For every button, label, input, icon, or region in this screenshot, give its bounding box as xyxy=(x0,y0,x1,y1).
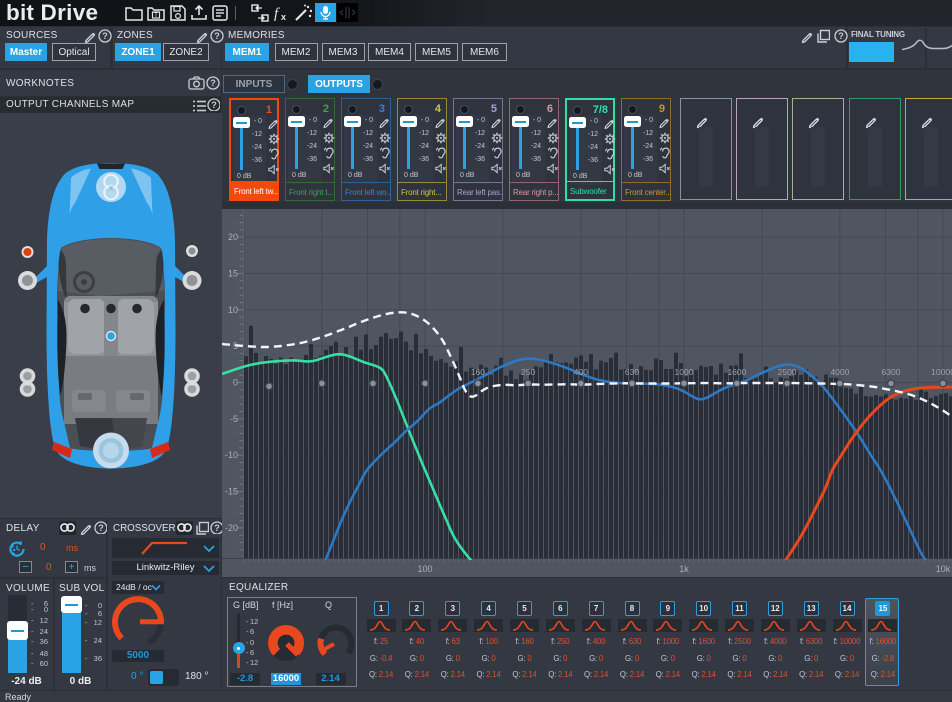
svg-text:15: 15 xyxy=(228,268,238,278)
svg-text:400: 400 xyxy=(574,367,588,377)
svg-text:630: 630 xyxy=(625,367,639,377)
svg-text:?: ? xyxy=(98,523,104,533)
svg-text:?: ? xyxy=(210,78,216,88)
svg-text:?: ? xyxy=(211,100,217,110)
svg-text:-20: -20 xyxy=(225,523,238,533)
svg-text:T: T xyxy=(154,12,158,19)
svg-text:4000: 4000 xyxy=(830,367,849,377)
svg-text:250: 250 xyxy=(521,367,535,377)
svg-text:100: 100 xyxy=(417,564,432,574)
svg-text:-10: -10 xyxy=(225,450,238,460)
svg-text:x: x xyxy=(190,379,194,388)
svg-text:20: 20 xyxy=(228,232,238,242)
svg-text:-15: -15 xyxy=(225,487,238,497)
svg-text:160: 160 xyxy=(471,367,485,377)
svg-text:10k: 10k xyxy=(936,564,951,574)
svg-text:1k: 1k xyxy=(679,564,689,574)
svg-text:x: x xyxy=(26,379,30,388)
svg-text:1000: 1000 xyxy=(675,367,694,377)
svg-text:?: ? xyxy=(102,31,108,41)
svg-text:?: ? xyxy=(838,31,844,41)
svg-text:x: x xyxy=(109,183,114,193)
svg-text:10: 10 xyxy=(228,305,238,315)
svg-text:10000: 10000 xyxy=(931,367,952,377)
svg-text:f: f xyxy=(274,6,280,22)
svg-text:6300: 6300 xyxy=(882,367,901,377)
svg-text:?: ? xyxy=(214,31,220,41)
svg-text:0: 0 xyxy=(233,378,238,388)
svg-text:1600: 1600 xyxy=(727,367,746,377)
svg-text:-5: -5 xyxy=(230,414,238,424)
svg-text:?: ? xyxy=(214,523,220,533)
svg-text:x: x xyxy=(281,12,286,22)
svg-text:2500: 2500 xyxy=(778,367,797,377)
